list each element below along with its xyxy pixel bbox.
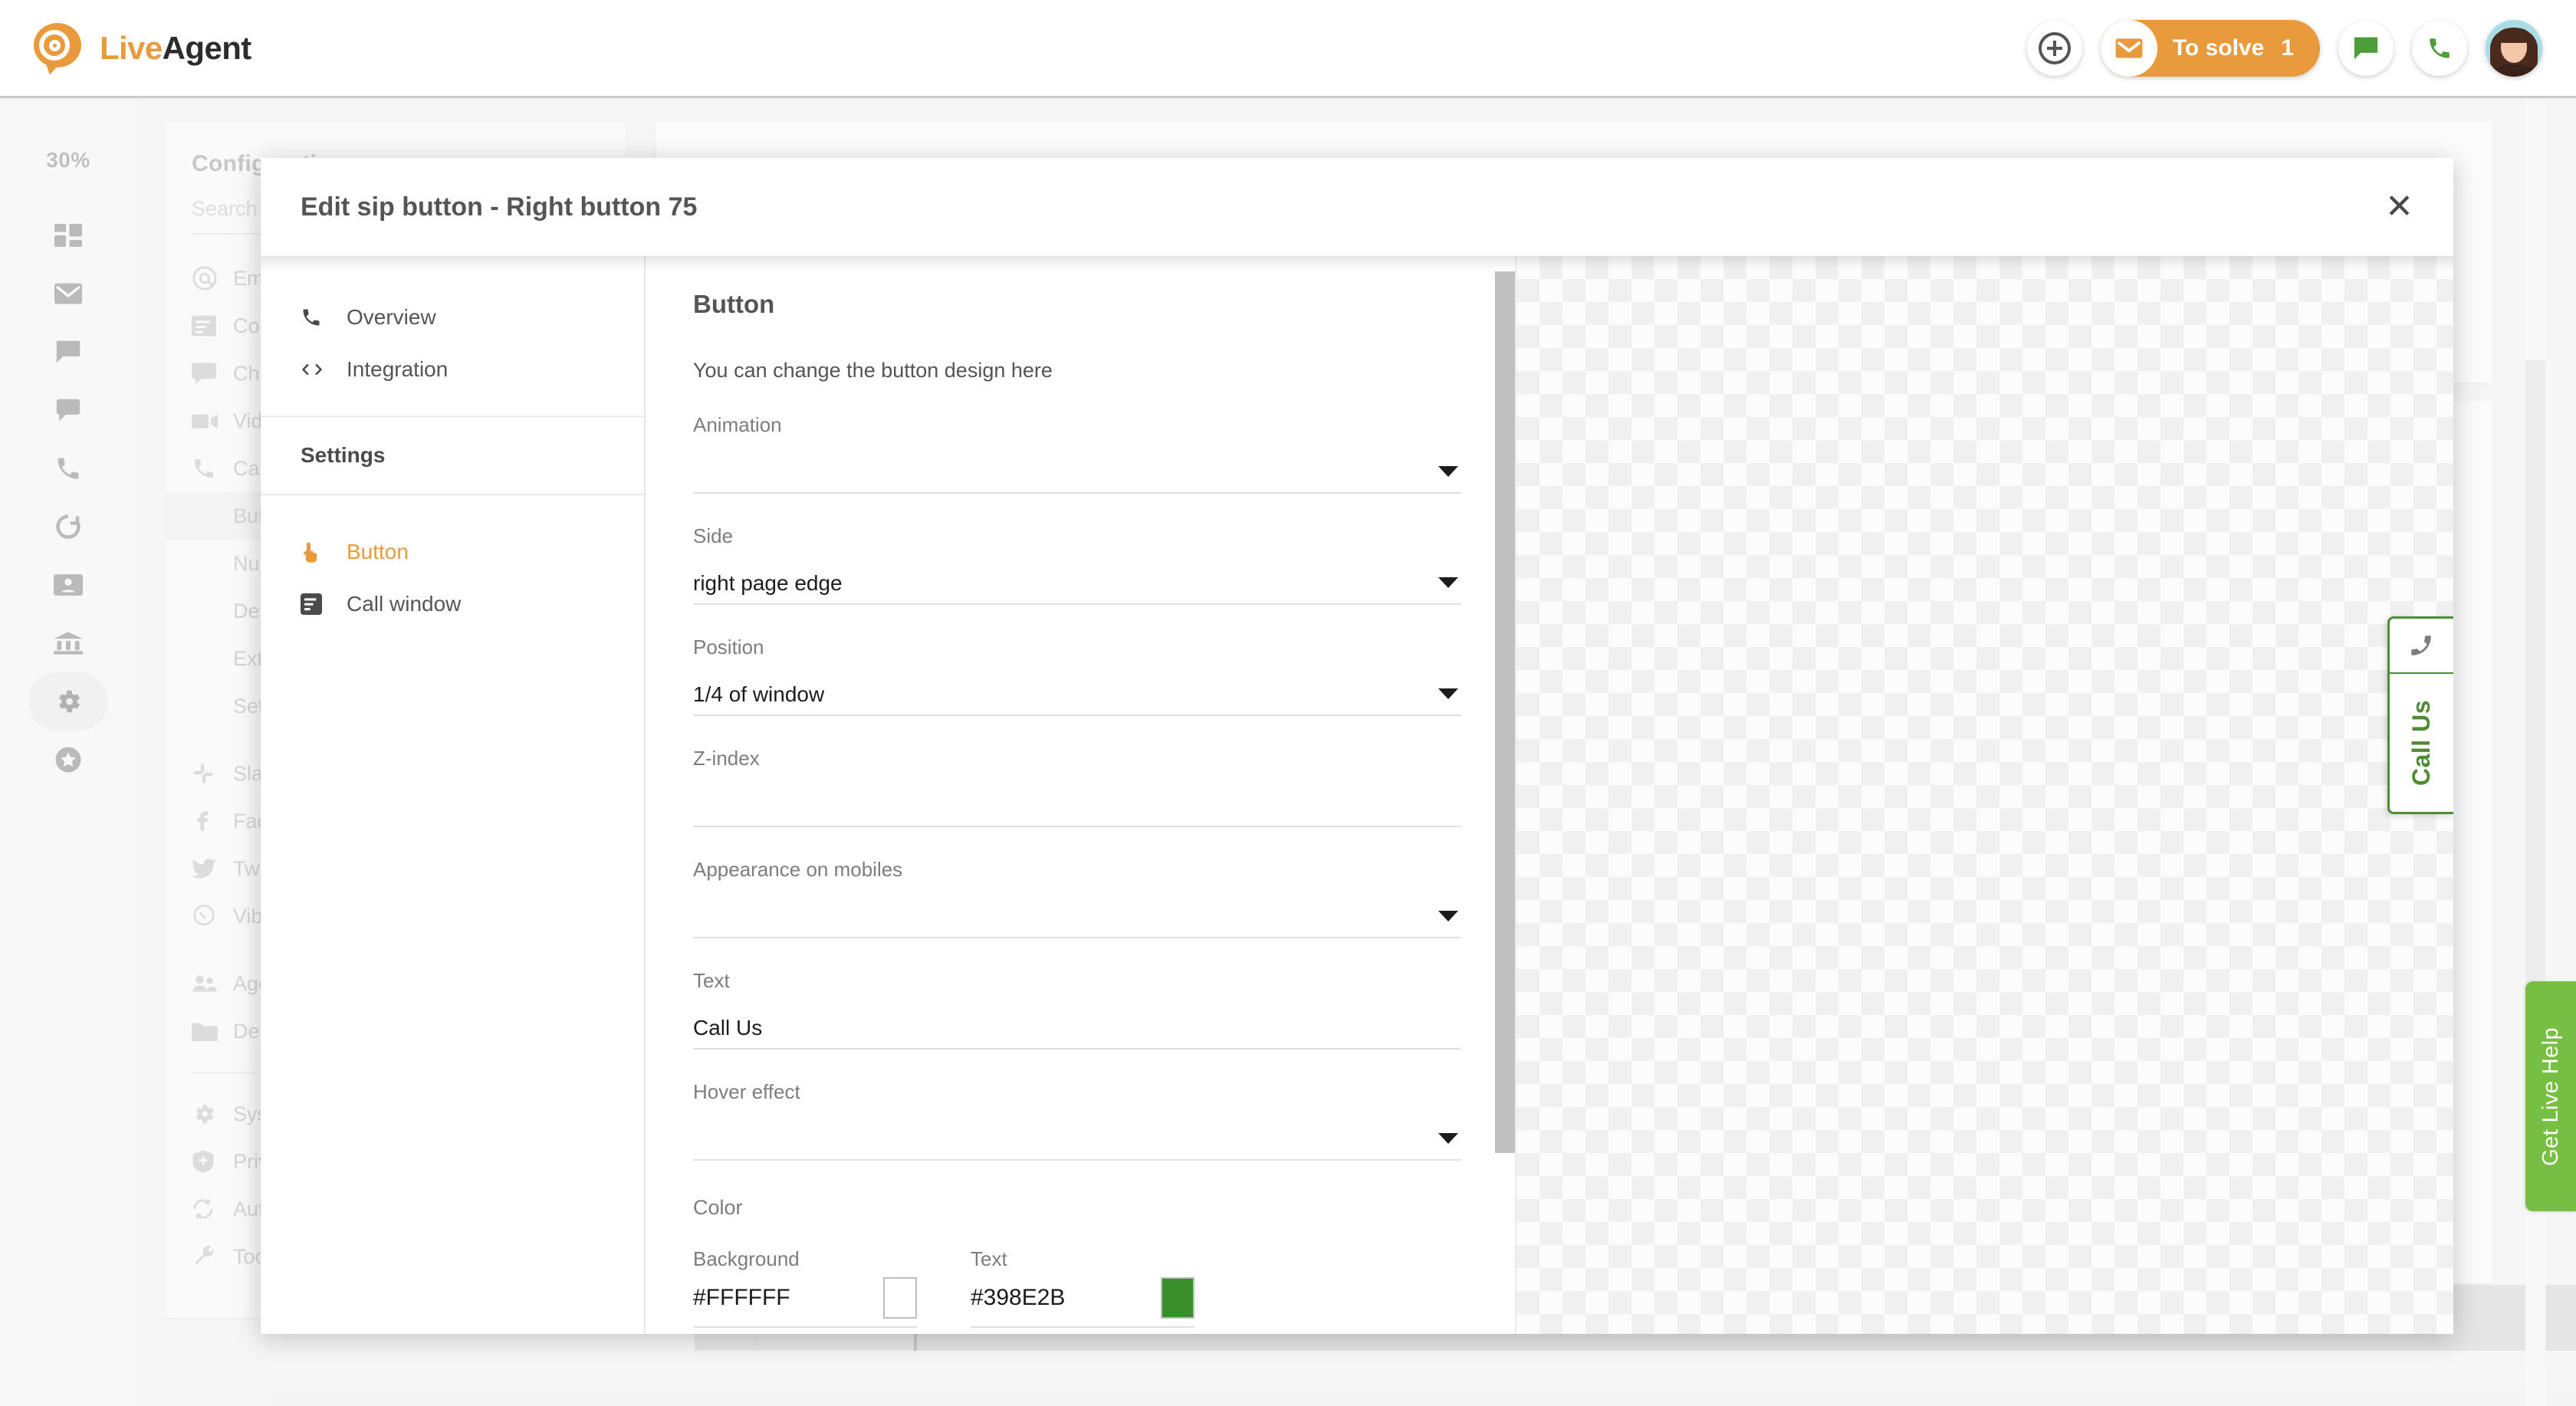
color-text-label: Text (971, 1247, 1194, 1271)
field-position: Position (693, 636, 1461, 716)
color-section-label: Color (693, 1196, 1461, 1220)
field-label: Side (693, 524, 1461, 548)
modal-form: Button You can change the button design … (646, 256, 1515, 1334)
logo-text-agent: Agent (163, 30, 251, 66)
hover-effect-select-value[interactable] (693, 1127, 1461, 1159)
appearance-select-value[interactable] (693, 905, 1461, 937)
modal-title: Edit sip button - Right button 75 (301, 192, 697, 222)
modal-nav-settings-group: Button Call window (261, 495, 644, 630)
form-subtitle: You can change the button design here (693, 359, 1461, 383)
edit-sip-button-modal: Edit sip button - Right button 75 ✕ Over… (261, 158, 2453, 1334)
to-solve-icon-circle (2101, 20, 2157, 77)
field-control[interactable] (693, 993, 1461, 1050)
modal-nav-section-heading: Settings (261, 417, 644, 495)
field-hover-effect: Hover effect (693, 1080, 1461, 1161)
modal-nav-call-window[interactable]: Call window (261, 578, 644, 630)
chat-button[interactable] (2338, 21, 2394, 76)
modal-body: Overview Integration Settings Button (261, 256, 2453, 1334)
field-control[interactable] (693, 1104, 1461, 1161)
modal-nav-label: Integration (347, 357, 448, 382)
app-logo[interactable]: LiveAgent (34, 23, 251, 74)
get-live-help-tab[interactable]: Get Live Help (2525, 981, 2576, 1211)
field-label: Z-index (693, 747, 1461, 770)
color-text-field: Text (971, 1247, 1194, 1328)
chevron-down-icon[interactable] (1438, 577, 1458, 588)
field-control[interactable] (693, 659, 1461, 716)
phone-icon (2426, 35, 2453, 61)
envelope-icon (2114, 37, 2144, 60)
button-text-input[interactable] (693, 1016, 1461, 1048)
add-button[interactable] (2027, 21, 2082, 76)
form-scrollbar-thumb[interactable] (1495, 271, 1515, 1153)
field-label: Appearance on mobiles (693, 858, 1461, 882)
modal-nav-label: Overview (347, 305, 436, 330)
modal-nav-overview[interactable]: Overview (261, 291, 644, 343)
chat-bubble-icon (2353, 36, 2379, 61)
field-control[interactable] (693, 548, 1461, 605)
color-section: Color Background Text (693, 1196, 1461, 1328)
field-z-index: Z-index (693, 747, 1461, 827)
animation-select-value[interactable] (693, 460, 1461, 492)
to-solve-label: To solve (2173, 35, 2264, 61)
modal-nav-integration[interactable]: Integration (261, 343, 644, 396)
field-label: Position (693, 636, 1461, 659)
color-background-label: Background (693, 1247, 917, 1271)
field-text: Text (693, 969, 1461, 1050)
position-select-value[interactable] (693, 682, 1461, 714)
field-appearance-on-mobiles: Appearance on mobiles (693, 858, 1461, 938)
to-solve-count: 1 (2281, 35, 2294, 61)
top-bar-actions: To solve 1 (2027, 20, 2542, 77)
field-control[interactable] (693, 882, 1461, 938)
color-fields: Background Text (693, 1247, 1461, 1328)
logo-text-live: Live (100, 30, 163, 66)
field-side: Side (693, 524, 1461, 605)
liveagent-logo-icon (34, 23, 84, 74)
color-text-control (971, 1277, 1194, 1328)
field-control[interactable] (693, 770, 1461, 827)
chevron-down-icon[interactable] (1438, 466, 1458, 477)
phone-icon (2390, 619, 2453, 674)
color-background-swatch[interactable] (883, 1277, 917, 1319)
call-us-widget-label: Call Us (2407, 674, 2436, 812)
pointing-hand-icon (301, 540, 347, 563)
color-background-input[interactable] (693, 1285, 868, 1311)
phone-icon (301, 307, 347, 328)
color-background-control (693, 1277, 917, 1328)
to-solve-button[interactable]: To solve 1 (2101, 20, 2320, 77)
get-live-help-label: Get Live Help (2538, 1027, 2564, 1166)
avatar[interactable] (2486, 20, 2542, 77)
color-text-swatch[interactable] (1161, 1277, 1194, 1319)
form-title: Button (693, 290, 1461, 319)
plus-circle-icon (2039, 32, 2071, 64)
top-bar: LiveAgent To solve 1 (0, 0, 2576, 98)
chevron-down-icon[interactable] (1438, 1133, 1458, 1144)
z-index-input[interactable] (693, 793, 1461, 826)
call-us-widget-preview[interactable]: Call Us (2387, 616, 2453, 814)
field-animation: Animation (693, 413, 1461, 494)
modal-form-pane: Button You can change the button design … (646, 256, 1516, 1334)
chevron-down-icon[interactable] (1438, 911, 1458, 921)
modal-nav-label: Call window (347, 592, 461, 616)
modal-header: Edit sip button - Right button 75 ✕ (261, 158, 2453, 256)
color-text-input[interactable] (971, 1285, 1145, 1311)
button-preview-pane: Call Us (1516, 256, 2453, 1334)
code-icon (301, 360, 347, 379)
color-background-field: Background (693, 1247, 917, 1328)
field-label: Text (693, 969, 1461, 993)
modal-sidebar: Overview Integration Settings Button (261, 256, 646, 1334)
close-icon[interactable]: ✕ (2385, 190, 2413, 224)
field-label: Hover effect (693, 1080, 1461, 1104)
field-control[interactable] (693, 437, 1461, 494)
chevron-down-icon[interactable] (1438, 688, 1458, 699)
logo-text: LiveAgent (100, 30, 251, 67)
side-select-value[interactable] (693, 571, 1461, 603)
modal-nav-label: Button (347, 540, 409, 564)
modal-nav-button[interactable]: Button (261, 526, 644, 578)
call-button[interactable] (2412, 21, 2467, 76)
field-label: Animation (693, 413, 1461, 437)
window-icon (301, 593, 347, 615)
